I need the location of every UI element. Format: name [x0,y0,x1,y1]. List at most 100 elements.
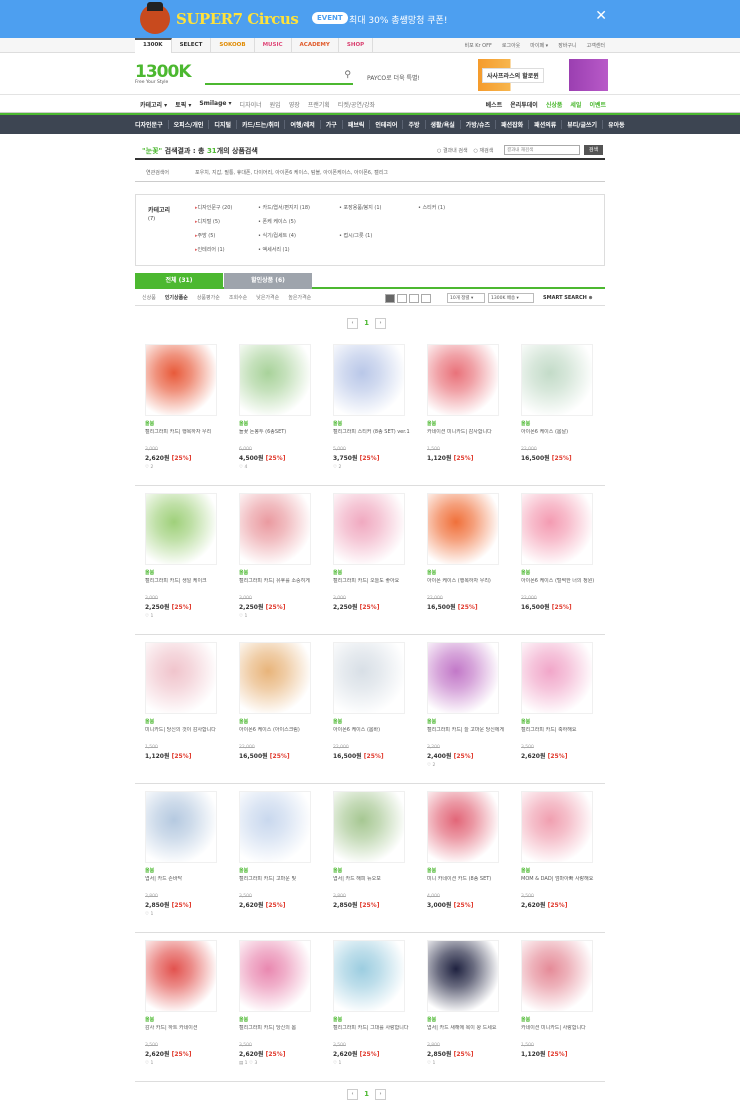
product-item[interactable]: 올붐 카네이션 미니카드| 사랑합니다 1,500 1,120원 [25%] [521,940,599,1061]
menu-item[interactable]: 이벤트 [589,100,606,109]
menu-item[interactable]: 카테고리 ▾ [140,100,167,109]
category-item[interactable]: 가구 [321,120,343,129]
product-brand[interactable]: 올붐 [145,1016,223,1023]
category-filter-item[interactable]: 주방 (5) [195,232,216,239]
product-name[interactable]: 캘리그라피 스티커 (8종 SET) ver.1 [333,429,411,443]
product-image[interactable] [145,493,217,565]
site-tab[interactable]: SELECT [172,38,212,53]
per-page-select[interactable]: 10개 정렬 ▾ [447,293,485,303]
product-name[interactable]: 캘리그라피 카드| 축하해요 [521,727,599,741]
product-brand[interactable]: 올붐 [239,569,317,576]
wishlist-count[interactable]: ♡ 1 [427,1061,505,1066]
utility-link[interactable]: 로그아웃 [502,42,520,49]
sort-option[interactable]: 조회수순 [229,294,247,301]
product-brand[interactable]: 올붐 [239,420,317,427]
utility-link[interactable]: 마이페 ▾ [530,42,548,49]
category-item[interactable]: 패션의류 [529,120,563,129]
sort-option[interactable]: 신상품 [142,294,156,301]
product-name[interactable]: 캘리그라피 카드| 늘 고마운 당신에게 [427,727,505,741]
product-image[interactable] [145,642,217,714]
product-item[interactable]: 올붐 아이폰6 케이스 (털썩한 너의 정원) 22,000 16,500원 [25%… [521,493,599,614]
menu-item[interactable]: 티켓/공연/강좌 [338,100,375,109]
product-image[interactable] [145,791,217,863]
product-name[interactable]: MOM & DAD| 엄마아빠 사랑해요 [521,876,599,890]
large-view-icon[interactable] [409,294,419,303]
category-filter-item[interactable]: 디자인문구 (20) [195,204,233,211]
product-image[interactable] [239,493,311,565]
menu-item[interactable]: 세일 [570,100,581,109]
menu-item[interactable]: 디자이너 [240,100,262,109]
product-brand[interactable]: 올붐 [521,718,599,725]
product-name[interactable]: 카네이션 미니카드| 사랑합니다 [521,1025,599,1039]
site-tab[interactable]: SOKOOB [211,38,255,53]
list-view-icon[interactable] [397,294,407,303]
next-page-button[interactable]: › [375,318,386,329]
product-item[interactable]: 올붐 MOM & DAD| 엄마아빠 사랑해요 3,500 2,620원 [25%] [521,791,599,912]
product-brand[interactable]: 올붐 [427,1016,505,1023]
wishlist-count[interactable]: ♡ 1 [145,614,223,619]
product-item[interactable]: 올붐 캘리그라피 카드| 생일 케이크 3,000 2,250원 [25%] ♡ 1 [145,493,223,619]
wishlist-count[interactable]: ♡ 2 [427,763,505,768]
category-item[interactable]: 인테리어 [370,120,404,129]
product-image[interactable] [239,791,311,863]
product-brand[interactable]: 올붐 [521,569,599,576]
product-image[interactable] [239,940,311,1012]
sort-option[interactable]: 인기상품순 [165,294,188,301]
category-item[interactable]: 여행/레저 [285,120,321,129]
wishlist-count[interactable]: ♡ 2 [145,465,223,470]
promo-banner[interactable]: SUPER7 Circus EVENT 최대 30% 총쌩망청 쿠폰! ✕ [0,0,740,38]
category-item[interactable]: 디자인문구 [135,120,169,129]
tab-all[interactable]: 전체 (31) [135,273,223,289]
wishlist-count[interactable]: ♡ 1 [145,912,223,917]
product-item[interactable]: 올붐 아이폰6 케이스 (봄바) 22,000 16,500원 [25%] [333,642,411,763]
grid-view-icon[interactable] [385,294,395,303]
category-item[interactable]: 카드/드는/취미 [237,120,286,129]
product-name[interactable]: 엽서| 카드 손바닥 [145,876,223,890]
product-item[interactable]: 올붐 아이폰 케이스 (행복하자 우리) 22,000 16,500원 [25%] [427,493,505,614]
product-name[interactable]: 캘리그라피 카드| 고마운 빛 [239,876,317,890]
wishlist-count[interactable]: ♡ 1 [239,614,317,619]
category-item[interactable]: 디지털 [209,120,237,129]
utility-link[interactable]: 비포 Kr OFF [464,42,491,49]
wishlist-count[interactable]: ♡ 1 [333,1061,411,1066]
product-image[interactable] [521,493,593,565]
product-brand[interactable]: 올붐 [239,1016,317,1023]
product-brand[interactable]: 올붐 [427,569,505,576]
product-brand[interactable]: 올붐 [333,1016,411,1023]
product-item[interactable]: 올붐 카네이션 미니카드| 감사합니다 1,500 1,120원 [25%] [427,344,505,465]
result-search-button[interactable]: 검색 [584,145,603,155]
product-name[interactable]: 엽서| 카드 해피 뉴오보 [333,876,411,890]
utility-link[interactable]: 장바구니 [558,42,576,49]
product-image[interactable] [427,344,499,416]
product-image[interactable] [427,493,499,565]
delivery-select[interactable]: 1300K 배송 ▾ [488,293,534,303]
product-brand[interactable]: 올붐 [145,867,223,874]
sort-option[interactable]: 상품평가순 [197,294,220,301]
product-brand[interactable]: 올붐 [333,867,411,874]
search-icon[interactable]: ⚲ [344,70,351,80]
menu-item[interactable]: 영장 [289,100,300,109]
product-brand[interactable]: 올붐 [333,718,411,725]
wishlist-count[interactable]: ▤ 1 ♡ 3 [239,1061,317,1066]
category-filter-item[interactable]: • 스티커 (1) [418,204,445,211]
logo[interactable]: 1300K Free Your Style [135,62,191,85]
product-brand[interactable]: 올붐 [521,867,599,874]
product-name[interactable]: 감사 카드| 하트 카네이션 [145,1025,223,1039]
product-image[interactable] [333,344,405,416]
wishlist-count[interactable]: ♡ 4 [239,465,317,470]
product-item[interactable]: 올붐 아이폰6 케이스 (봄날) 22,000 16,500원 [25%] [521,344,599,465]
product-brand[interactable]: 올붐 [427,420,505,427]
product-name[interactable]: 엽서| 카드 새해에 복이 왕 드세요 [427,1025,505,1039]
product-brand[interactable]: 올붐 [427,867,505,874]
site-tab[interactable]: 1300K [135,38,172,53]
product-image[interactable] [521,642,593,714]
product-name[interactable]: 아이폰6 케이스 (봄바) [333,727,411,741]
product-name[interactable]: 캘리그라피 카드| 행복하자 우리 [145,429,223,443]
category-item[interactable]: 주방 [403,120,426,129]
close-icon[interactable]: ✕ [595,8,607,24]
category-filter-item[interactable]: 디지털 (5) [195,218,220,225]
product-brand[interactable]: 올붐 [145,420,223,427]
result-search-input[interactable]: 결과내 재검색 [504,145,580,155]
category-item[interactable]: 생활/욕실 [426,120,461,129]
product-brand[interactable]: 올붐 [333,569,411,576]
